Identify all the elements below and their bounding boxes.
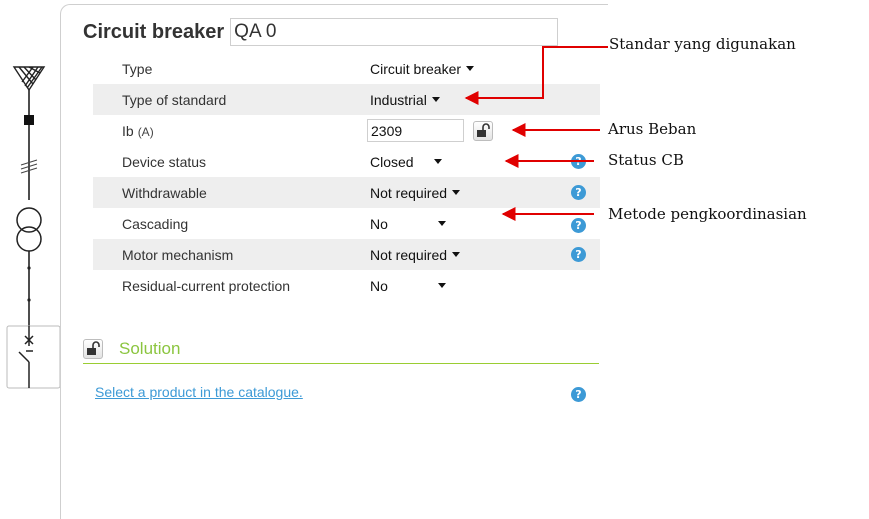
- device-status-dropdown[interactable]: Closed: [370, 154, 442, 170]
- dropdown-caret-icon: [431, 97, 440, 102]
- dropdown-value: Circuit breaker: [370, 60, 462, 77]
- motor-mechanism-dropdown[interactable]: Not required: [370, 246, 461, 263]
- type-dropdown[interactable]: Circuit breaker: [370, 60, 475, 77]
- grid-source-icon: [12, 66, 46, 92]
- measure-point-icon: [24, 115, 34, 125]
- ib-unit: (A): [137, 124, 154, 139]
- property-row-withdrawable: Withdrawable Not required ?: [93, 177, 600, 208]
- cascading-dropdown[interactable]: No: [370, 216, 446, 232]
- help-icon[interactable]: ?: [571, 185, 586, 200]
- dropdown-caret-icon: [452, 190, 461, 195]
- property-row-cascading: Cascading No ?: [93, 208, 600, 239]
- property-label: Residual-current protection: [122, 277, 291, 294]
- residual-current-dropdown[interactable]: No: [370, 278, 446, 294]
- help-icon[interactable]: ?: [571, 387, 586, 402]
- help-icon[interactable]: ?: [571, 247, 586, 262]
- ib-current-input[interactable]: [367, 119, 464, 142]
- property-label: Ib (A): [122, 123, 154, 139]
- property-row-ib: Ib (A): [93, 115, 600, 146]
- annotation-load-current: Arus Beban: [608, 120, 697, 138]
- property-row-type: Type Circuit breaker: [93, 53, 600, 84]
- property-row-device-status: Device status Closed ?: [93, 146, 600, 177]
- property-row-motor-mechanism: Motor mechanism Not required ?: [93, 239, 600, 270]
- dropdown-caret-icon: [452, 252, 461, 257]
- dropdown-caret-icon: [437, 221, 446, 226]
- dropdown-caret-icon: [433, 159, 442, 164]
- title-row: Circuit breaker: [83, 17, 559, 47]
- lock-icon: [87, 341, 100, 355]
- dropdown-value: Not required: [370, 184, 448, 201]
- dropdown-caret-icon: [466, 66, 475, 71]
- property-label: Withdrawable: [122, 184, 207, 201]
- ib-lock-button[interactable]: [473, 121, 493, 141]
- solution-title: Solution: [119, 339, 181, 358]
- standard-dropdown[interactable]: Industrial: [370, 92, 440, 108]
- transformer-icon: [16, 207, 42, 252]
- select-product-link[interactable]: Select a product in the catalogue.: [95, 384, 303, 400]
- selected-device-box[interactable]: [6, 325, 60, 389]
- dropdown-value: Not required: [370, 246, 448, 263]
- dropdown-value: Industrial: [370, 91, 427, 108]
- withdrawable-dropdown[interactable]: Not required: [370, 184, 461, 201]
- property-label: Type of standard: [122, 91, 227, 108]
- help-icon[interactable]: ?: [571, 154, 586, 169]
- property-label: Type: [122, 60, 153, 77]
- solution-lock-button[interactable]: [83, 339, 103, 359]
- property-row-standard: Type of standard Industrial: [93, 84, 600, 115]
- dropdown-value: Closed: [370, 153, 414, 170]
- property-label: Device status: [122, 153, 207, 170]
- solution-section: Solution: [83, 336, 599, 364]
- dropdown-value: No: [370, 277, 388, 294]
- property-label: Cascading: [122, 215, 189, 232]
- dropdown-caret-icon: [437, 283, 446, 288]
- annotation-status: Status CB: [608, 151, 684, 169]
- annotation-standard: Standar yang digunakan: [609, 35, 796, 53]
- property-label: Motor mechanism: [122, 246, 234, 263]
- annotation-coordination: Metode pengkoordinasian: [608, 205, 807, 223]
- single-line-diagram[interactable]: [0, 0, 60, 519]
- property-row-residual-current: Residual-current protection No: [93, 270, 600, 301]
- ib-label: Ib: [122, 122, 134, 139]
- help-icon[interactable]: ?: [571, 218, 586, 233]
- dropdown-value: No: [370, 215, 388, 232]
- page-title: Circuit breaker: [83, 20, 225, 43]
- device-name-input[interactable]: [230, 18, 559, 46]
- lock-icon: [477, 123, 490, 137]
